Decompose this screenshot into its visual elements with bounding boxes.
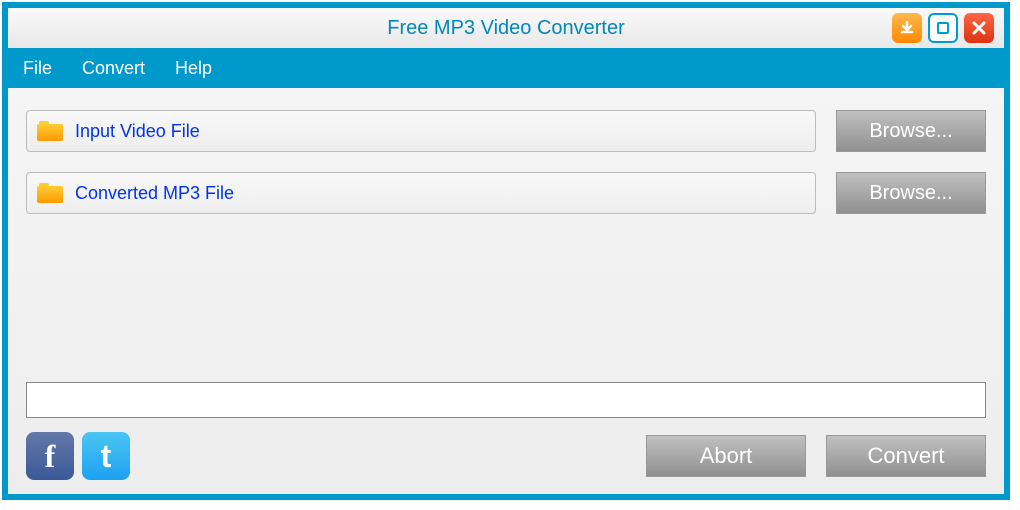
- input-row: Input Video File Browse...: [26, 110, 986, 152]
- folder-icon: [37, 183, 63, 203]
- input-file-field[interactable]: Input Video File: [26, 110, 816, 152]
- menu-file[interactable]: File: [23, 58, 52, 79]
- menu-convert[interactable]: Convert: [82, 58, 145, 79]
- browse-output-button[interactable]: Browse...: [836, 172, 986, 214]
- menubar: File Convert Help: [8, 48, 1004, 88]
- twitter-icon[interactable]: t: [82, 432, 130, 480]
- abort-button[interactable]: Abort: [646, 435, 806, 477]
- output-file-label: Converted MP3 File: [75, 183, 234, 204]
- output-row: Converted MP3 File Browse...: [26, 172, 986, 214]
- input-file-label: Input Video File: [75, 121, 200, 142]
- output-file-field[interactable]: Converted MP3 File: [26, 172, 816, 214]
- facebook-icon[interactable]: f: [26, 432, 74, 480]
- menu-help[interactable]: Help: [175, 58, 212, 79]
- spacer: [26, 234, 986, 382]
- close-icon[interactable]: [964, 13, 994, 43]
- app-title: Free MP3 Video Converter: [387, 17, 625, 40]
- window-controls: [892, 13, 994, 43]
- convert-button[interactable]: Convert: [826, 435, 986, 477]
- download-icon[interactable]: [892, 13, 922, 43]
- folder-icon: [37, 121, 63, 141]
- content-area: Input Video File Browse... Converted MP3…: [8, 88, 1004, 494]
- browse-input-button[interactable]: Browse...: [836, 110, 986, 152]
- app-window: Free MP3 Video Converter File Convert He…: [2, 2, 1010, 500]
- bottom-bar: f t Abort Convert: [26, 432, 986, 480]
- titlebar: Free MP3 Video Converter: [8, 8, 1004, 48]
- progress-bar: [26, 382, 986, 418]
- maximize-icon[interactable]: [928, 13, 958, 43]
